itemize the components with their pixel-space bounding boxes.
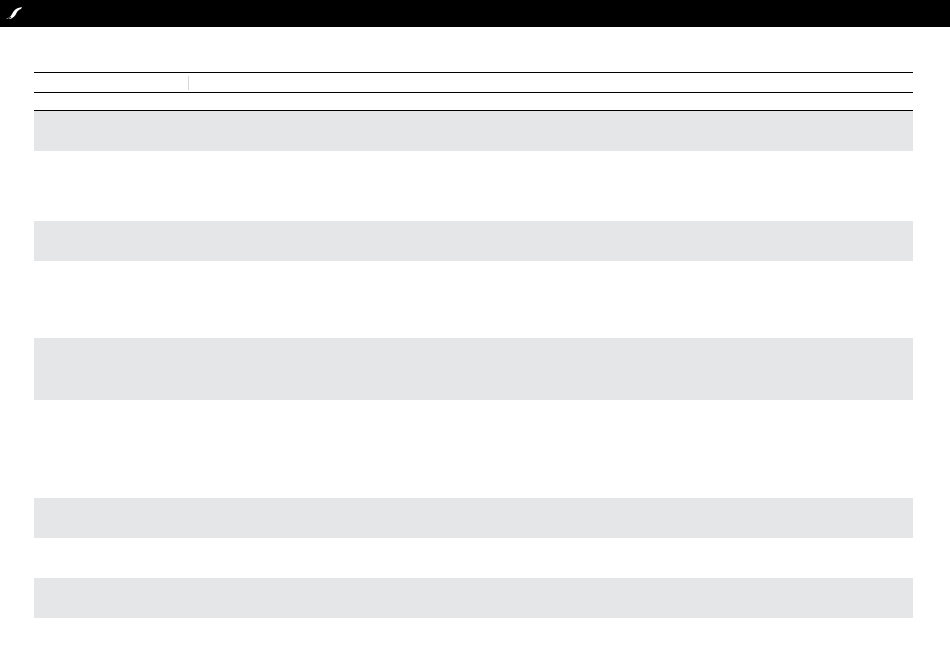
top-bar <box>0 0 950 27</box>
table-row <box>34 261 913 338</box>
table-header <box>34 74 913 91</box>
table-row <box>34 400 913 498</box>
table-row <box>34 111 913 151</box>
table-top-rule <box>34 72 913 73</box>
table-row <box>34 338 913 400</box>
brand-logo-icon[interactable] <box>5 6 23 20</box>
table-row <box>34 578 913 618</box>
header-top-rule <box>34 92 913 93</box>
header-divider <box>188 76 189 90</box>
table-row <box>34 151 913 221</box>
table-row <box>34 221 913 261</box>
table-row <box>34 538 913 578</box>
table-row <box>34 498 913 538</box>
